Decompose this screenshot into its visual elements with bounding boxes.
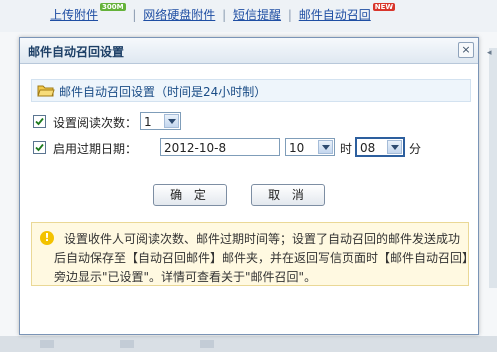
notice-line: 后自动保存至【自动召回邮件】邮件夹，并在返回写信页面时【邮件自动召回】 (54, 251, 475, 265)
read-count-select[interactable]: 1 (140, 112, 181, 130)
read-limit-checkbox[interactable] (33, 115, 46, 128)
minute-value: 08 (360, 141, 376, 155)
expiry-label: 启用过期日期： (53, 142, 138, 156)
bottom-bar-segment (120, 340, 134, 348)
background-scrollbar[interactable] (489, 48, 497, 288)
close-button[interactable]: × (458, 42, 474, 58)
chevron-down-icon[interactable] (318, 140, 333, 154)
hour-value: 10 (289, 141, 305, 155)
separator: | (222, 8, 227, 22)
background-toolbar: 上传附件300M | 网络硬盘附件 | 短信提醒 | 邮件自动召回NEW (0, 0, 497, 32)
upload-attachment-link[interactable]: 上传附件 (50, 8, 98, 22)
notice-line: 旁边显示"已设置"。详情可查看关于"邮件召回"。 (54, 270, 317, 284)
dialog-title: 邮件自动召回设置 (28, 45, 125, 59)
bottom-bar-segment (200, 340, 214, 348)
scroll-arrow-icon[interactable]: ◂ (487, 48, 497, 58)
notice-line: 设置收件人可阅读次数、邮件过期时间等；设置了自动召回的邮件发送成功 (64, 232, 461, 246)
mail-recall-link[interactable]: 邮件自动召回 (299, 8, 371, 22)
dialog-header: 邮件自动召回设置 × (20, 38, 478, 64)
expiry-date-input[interactable]: 2012-10-8 (160, 138, 280, 156)
read-limit-label: 设置阅读次数： (53, 116, 138, 130)
hour-unit: 时 (340, 142, 353, 156)
confirm-button[interactable]: 确 定 (153, 184, 227, 206)
netdisk-attachment-link[interactable]: 网络硬盘附件 (143, 8, 215, 22)
read-count-value: 1 (144, 115, 152, 129)
section-label: 邮件自动召回设置（时间是24小时制） (59, 85, 267, 99)
toolbar-links: 上传附件300M | 网络硬盘附件 | 短信提醒 | 邮件自动召回NEW (50, 3, 396, 23)
chevron-down-icon[interactable] (164, 114, 179, 128)
notice-text: 设置收件人可阅读次数、邮件过期时间等；设置了自动召回的邮件发送成功 后自动保存至… (54, 230, 474, 287)
cancel-button[interactable]: 取 消 (251, 184, 325, 206)
chevron-down-icon[interactable] (387, 140, 402, 154)
checkmark-icon (35, 143, 44, 152)
minute-unit: 分 (409, 142, 422, 156)
recall-settings-dialog: 邮件自动召回设置 × 邮件自动召回设置（时间是24小时制） 设置阅读次数： 1 (19, 37, 479, 335)
size-badge: 300M (100, 3, 126, 11)
checkmark-icon (35, 117, 44, 126)
warning-icon: ! (40, 231, 54, 245)
folder-icon (37, 85, 55, 97)
separator: | (287, 8, 292, 22)
background-bottom-bar (0, 336, 497, 352)
minute-select[interactable]: 08 (356, 138, 404, 156)
new-badge: NEW (372, 3, 396, 11)
bottom-bar-segment (40, 340, 54, 348)
sms-reminder-link[interactable]: 短信提醒 (233, 8, 281, 22)
hour-select[interactable]: 10 (285, 138, 335, 156)
section-header: 邮件自动召回设置（时间是24小时制） (31, 79, 471, 102)
notice-box: ! 设置收件人可阅读次数、邮件过期时间等；设置了自动召回的邮件发送成功 后自动保… (31, 222, 474, 287)
separator: | (132, 8, 137, 22)
expiry-checkbox[interactable] (33, 141, 46, 154)
expiry-date-value: 2012-10-8 (164, 141, 227, 155)
